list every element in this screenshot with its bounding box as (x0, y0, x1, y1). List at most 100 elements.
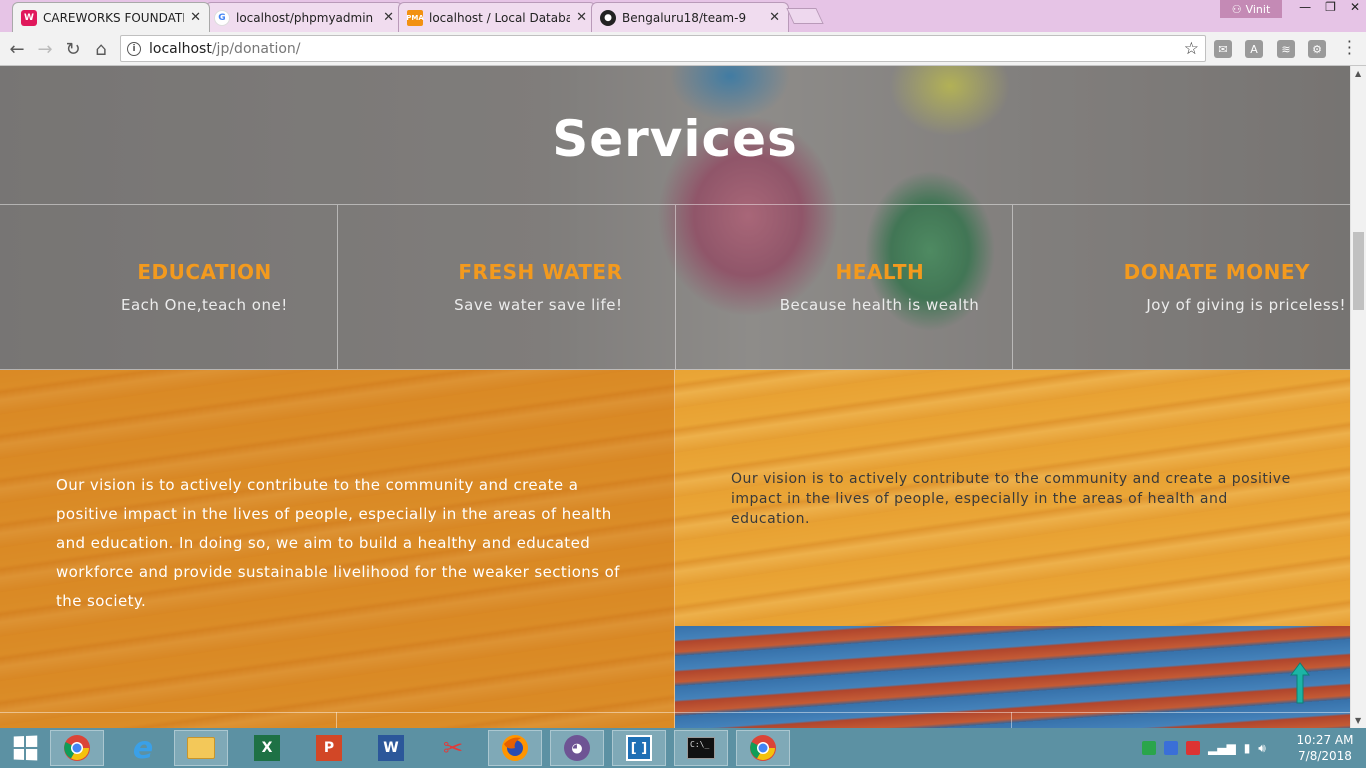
column-divider (1011, 712, 1012, 728)
scissors-icon: ✂ (442, 734, 464, 762)
bookmark-star-icon[interactable]: ☆ (1184, 39, 1199, 59)
window-close-icon[interactable]: ✕ (1350, 0, 1360, 14)
volume-icon[interactable]: 🔊︎ (1258, 741, 1266, 756)
extension-puzzle-icon[interactable]: ⚙ (1308, 40, 1326, 58)
service-tagline: Save water save life! (454, 296, 623, 314)
chrome-icon (750, 735, 776, 761)
tray-app-icon[interactable] (1142, 741, 1156, 755)
start-button[interactable] (0, 728, 50, 768)
careworks-favicon-icon: W (21, 9, 37, 26)
word-icon: W (378, 735, 404, 761)
tab-title: CAREWORKS FOUNDATIC (43, 10, 185, 25)
page-viewport: Services EDUCATION Each One,teach one! F… (0, 66, 1366, 728)
forward-icon[interactable]: → (32, 36, 58, 62)
folder-icon (187, 737, 215, 759)
address-bar[interactable]: i localhost /jp/donation/ ☆ (120, 35, 1206, 62)
service-heading: EDUCATION (137, 260, 272, 284)
extension-stack-icon[interactable]: ≋ (1277, 40, 1295, 58)
back-icon[interactable]: ← (4, 36, 30, 62)
page-title: Services (552, 110, 798, 168)
taskbar-firefox[interactable] (488, 730, 542, 766)
taskbar-github-desktop[interactable]: ◕ (550, 730, 604, 766)
firefox-icon (502, 735, 528, 761)
profile-name: Vinit (1245, 2, 1271, 16)
column-divider (336, 712, 337, 728)
url-path: /jp/donation/ (211, 40, 301, 57)
signal-icon[interactable]: ▂▄▆ (1208, 741, 1236, 755)
menu-icon[interactable]: · · · (1347, 34, 1352, 62)
browser-tab-strip: W CAREWORKS FOUNDATIC ✕ G localhost/phpm… (0, 0, 1366, 32)
service-health[interactable]: HEALTH Because health is wealth (676, 205, 1014, 369)
taskbar-brackets[interactable]: [ ] (612, 730, 666, 766)
service-education[interactable]: EDUCATION Each One,teach one! (0, 205, 338, 369)
tray-no-connection-icon[interactable] (1186, 741, 1200, 755)
reload-icon[interactable]: ↻ (60, 36, 86, 62)
profile-icon: ⚇ (1231, 2, 1242, 16)
taskbar-internet-explorer[interactable]: e (116, 730, 170, 766)
new-tab-button[interactable] (786, 8, 824, 24)
windows-taskbar: e X P W ✂ ◕ [ ] C:\_ ▂▄▆ ▮ 🔊︎ 10:27 AM 7… (0, 728, 1366, 768)
scrollbar-thumb[interactable] (1353, 232, 1364, 310)
taskbar-clock[interactable]: 10:27 AM 7/8/2018 (1290, 732, 1360, 764)
url-host: localhost (149, 40, 212, 57)
powerpoint-icon: P (316, 735, 342, 761)
windows-logo-icon (13, 735, 38, 761)
service-heading: HEALTH (835, 260, 925, 284)
taskbar-chrome-2[interactable] (736, 730, 790, 766)
google-favicon-icon: G (214, 9, 230, 26)
taskbar-file-explorer[interactable] (174, 730, 228, 766)
home-icon[interactable]: ⌂ (88, 36, 114, 62)
restore-icon[interactable]: ❐ (1325, 0, 1336, 14)
clock-time: 10:27 AM (1296, 733, 1354, 747)
internet-explorer-icon: e (132, 730, 154, 766)
tab-title: localhost/phpmyadmin - (236, 10, 378, 25)
tab-phpmyadmin[interactable]: G localhost/phpmyadmin - ✕ (205, 2, 403, 32)
page-scrollbar[interactable]: ▲ ▼ (1350, 66, 1366, 728)
close-icon[interactable]: ✕ (190, 10, 201, 25)
scroll-up-icon[interactable]: ▲ (1355, 69, 1361, 78)
vision-text-left: Our vision is to actively contribute to … (56, 476, 620, 610)
tray-network-share-icon[interactable] (1164, 741, 1178, 755)
taskbar-powerpoint[interactable]: P (302, 730, 356, 766)
close-icon[interactable]: ✕ (576, 10, 587, 25)
tab-title: Bengaluru18/team-9 (622, 10, 747, 25)
column-divider (674, 370, 675, 728)
service-fresh-water[interactable]: FRESH WATER Save water save life! (338, 205, 676, 369)
service-heading: DONATE MONEY (1123, 260, 1310, 284)
taskbar-command-prompt[interactable]: C:\_ (674, 730, 728, 766)
taskbar-excel[interactable]: X (240, 730, 294, 766)
clock-date: 7/8/2018 (1298, 749, 1352, 763)
battery-icon[interactable]: ▮ (1244, 741, 1251, 755)
service-tagline: Each One,teach one! (120, 296, 288, 314)
vision-text-right: Our vision is to actively contribute to … (731, 471, 1291, 527)
scroll-down-icon[interactable]: ▼ (1355, 716, 1361, 725)
taskbar-chrome[interactable] (50, 730, 104, 766)
tab-title: localhost / Local Databas (429, 10, 571, 25)
scroll-to-top-icon[interactable] (1288, 661, 1312, 705)
github-favicon-icon: ● (600, 9, 616, 26)
service-tagline: Because health is wealth (779, 296, 980, 314)
close-icon[interactable]: ✕ (383, 10, 394, 25)
phpmyadmin-favicon-icon: PMA (406, 9, 424, 26)
tab-local-database[interactable]: PMA localhost / Local Databas ✕ (398, 2, 596, 32)
system-tray: ▂▄▆ ▮ 🔊︎ (1142, 728, 1266, 768)
extension-mail-icon[interactable]: ✉ (1214, 40, 1232, 58)
tab-github[interactable]: ● Bengaluru18/team-9 ✕ (591, 2, 789, 32)
close-icon[interactable]: ✕ (769, 10, 780, 25)
taskbar-snipping-tool[interactable]: ✂ (426, 730, 480, 766)
profile-button[interactable]: ⚇ Vinit (1220, 0, 1282, 18)
taskbar-word[interactable]: W (364, 730, 418, 766)
tab-careworks[interactable]: W CAREWORKS FOUNDATIC ✕ (12, 2, 210, 32)
brackets-icon: [ ] (626, 735, 652, 761)
services-row: EDUCATION Each One,teach one! FRESH WATE… (0, 204, 1350, 370)
site-info-icon[interactable]: i (127, 41, 141, 56)
service-tagline: Joy of giving is priceless! (1146, 296, 1346, 314)
service-heading: FRESH WATER (458, 260, 623, 284)
service-donate-money[interactable]: DONATE MONEY Joy of giving is priceless! (1013, 205, 1350, 369)
minimize-icon[interactable]: — (1299, 0, 1311, 14)
chrome-icon (64, 735, 90, 761)
window-controls: — ❐ ✕ (1299, 0, 1360, 14)
github-desktop-icon: ◕ (564, 735, 590, 761)
row-divider (0, 712, 1350, 713)
extension-translate-icon[interactable]: A (1245, 40, 1263, 58)
